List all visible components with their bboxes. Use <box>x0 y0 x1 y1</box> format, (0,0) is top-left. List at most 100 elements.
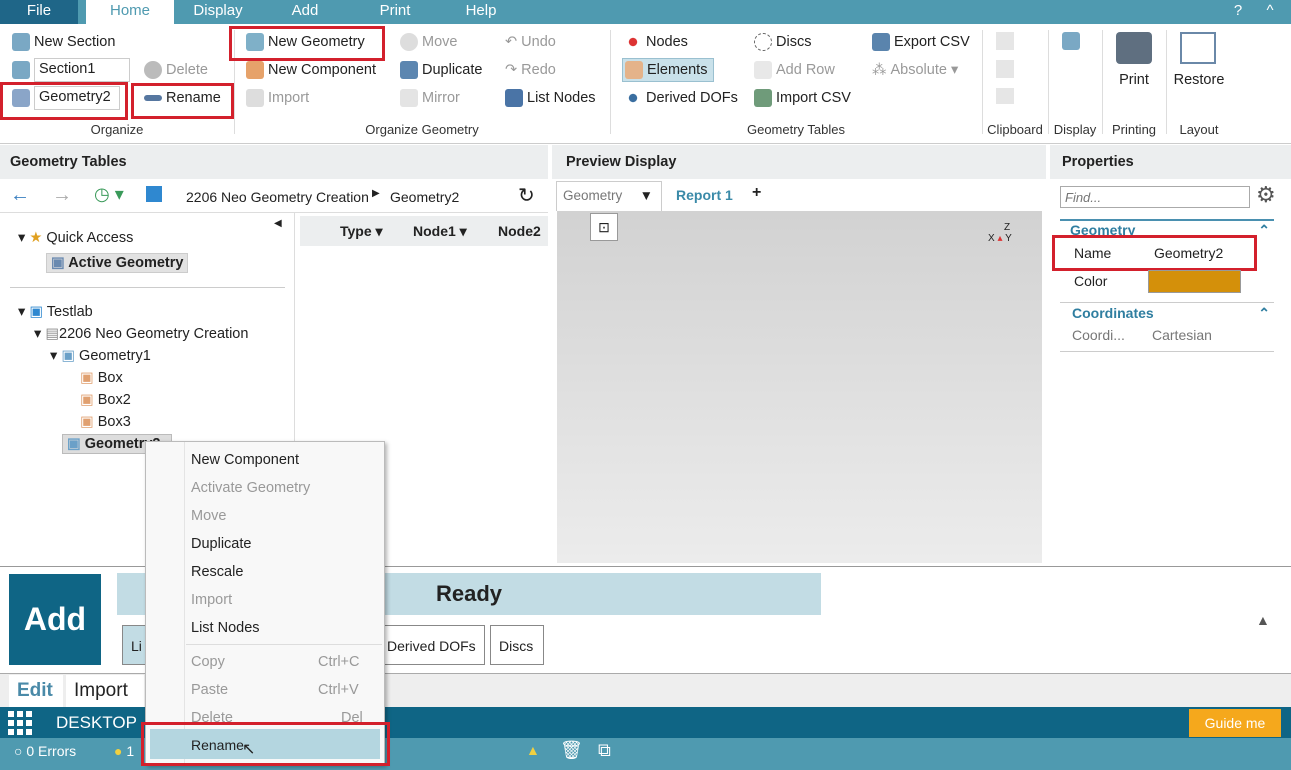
move-button[interactable]: Move <box>400 30 457 54</box>
discs-button[interactable]: Discs <box>754 30 811 54</box>
label: Testlab <box>46 304 93 320</box>
settings-gear-icon[interactable]: ⚙ <box>1256 182 1276 208</box>
menu-new-component[interactable]: New Component <box>191 452 299 468</box>
section-dropdown[interactable]: Section1 <box>34 58 130 82</box>
clipboard-icons[interactable] <box>996 32 1014 104</box>
label: Geometry1 <box>79 348 151 364</box>
menu-activate-geometry[interactable]: Activate Geometry <box>191 480 310 496</box>
tab-print[interactable]: Print <box>360 0 430 24</box>
mirror-button[interactable]: Mirror <box>400 86 460 110</box>
errors-status[interactable]: ○ 0 Errors <box>14 743 76 759</box>
tree-geometry1[interactable]: ▾ ▣ Geometry1 <box>50 348 151 364</box>
find-input[interactable] <box>1060 186 1250 208</box>
label: Box <box>97 370 123 386</box>
desktop-label[interactable]: DESKTOP <box>56 713 137 733</box>
trash-icon[interactable]: 🗑 <box>560 740 583 761</box>
tab-edit[interactable]: Edit <box>9 675 63 707</box>
tab-geometry[interactable]: Geometry ▼ <box>556 181 662 211</box>
tree-box2[interactable]: ▣ Box2 <box>80 392 131 408</box>
tab-report-1[interactable]: Report 1 <box>676 187 733 203</box>
menu-copy[interactable]: Copy <box>191 654 225 670</box>
column-node1[interactable]: Node1 ▾ <box>413 223 467 240</box>
add-mode-tile[interactable]: Add <box>9 574 101 665</box>
label: Nodes <box>646 34 688 50</box>
3d-viewport[interactable] <box>557 211 1042 563</box>
tree-project[interactable]: ▾ ▤2206 Neo Geometry Creation <box>34 326 248 342</box>
back-icon[interactable]: ← <box>10 184 30 207</box>
tab-import[interactable]: Import <box>66 675 144 707</box>
display-icon[interactable] <box>1062 32 1080 50</box>
delete-icon <box>144 61 162 79</box>
tree-testlab[interactable]: ▾ ▣ Testlab <box>18 304 93 320</box>
menu-rescale[interactable]: Rescale <box>191 564 243 580</box>
nodes-button[interactable]: Nodes <box>624 30 688 54</box>
column-type[interactable]: Type ▾ <box>340 223 383 240</box>
new-section-button[interactable]: New Section <box>12 30 115 54</box>
tab-add[interactable]: Add <box>270 0 340 24</box>
quick-access[interactable]: ▾ ★ Quick Access <box>18 230 133 246</box>
derived-dofs-button[interactable]: Derived DOFs <box>624 86 738 110</box>
menu-duplicate[interactable]: Duplicate <box>191 536 251 552</box>
delete-button[interactable]: Delete <box>144 58 208 82</box>
add-row-button[interactable]: Add Row <box>754 58 835 82</box>
guide-me-button[interactable]: Guide me <box>1189 709 1281 737</box>
export-csv-button[interactable]: Export CSV <box>872 30 970 54</box>
print-icon[interactable] <box>1116 32 1152 64</box>
tab-home[interactable]: Home <box>86 0 174 24</box>
nodes-icon <box>624 33 642 51</box>
list-nodes-button[interactable]: List Nodes <box>505 86 596 110</box>
print-button[interactable]: Print <box>1102 72 1166 88</box>
refresh-icon[interactable]: ↻ <box>518 183 535 208</box>
redo-button[interactable]: ↷ Redo <box>505 58 556 82</box>
warnings-status[interactable]: ● 1 <box>114 743 134 759</box>
warning-icon[interactable]: ▲ <box>526 742 540 758</box>
column-node2[interactable]: Node2 <box>498 223 541 239</box>
copy-icon[interactable]: ⧉ <box>598 740 611 761</box>
testlab-icon[interactable] <box>146 186 162 202</box>
view-fit-icon[interactable]: ⊡ <box>590 213 618 241</box>
help-button[interactable]: ? <box>1228 0 1248 24</box>
tab-file[interactable]: File <box>0 0 78 24</box>
menu-import[interactable]: Import <box>191 592 232 608</box>
add-tab-button[interactable]: + <box>752 184 761 202</box>
label: Import CSV <box>776 90 851 106</box>
new-component-button[interactable]: New Component <box>246 58 376 82</box>
mirror-icon <box>400 89 418 107</box>
tree-box[interactable]: ▣ Box <box>80 370 123 386</box>
breadcrumb-project[interactable]: 2206 Neo Geometry Creation <box>186 189 369 205</box>
menu-move[interactable]: Move <box>191 508 226 524</box>
coordinates-section-header[interactable]: Coordinates ⌃ <box>1060 302 1274 323</box>
active-geometry-item[interactable]: ▣ Active Geometry <box>46 253 189 273</box>
derived-dofs-tab-button[interactable]: Derived DOFs <box>380 625 485 665</box>
absolute-dropdown[interactable]: ⁂ Absolute ▾ <box>872 58 958 82</box>
discs-tab-button[interactable]: Discs <box>490 625 544 665</box>
tree-box3[interactable]: ▣ Box3 <box>80 414 131 430</box>
undo-button[interactable]: ↶ Undo <box>505 30 556 54</box>
import-csv-button[interactable]: Import CSV <box>754 86 851 110</box>
forward-icon[interactable]: → <box>52 184 72 207</box>
group-display: Display <box>1053 122 1097 137</box>
color-label: Color <box>1074 273 1108 289</box>
menu-paste[interactable]: Paste <box>191 682 228 698</box>
import-button[interactable]: Import <box>246 86 309 110</box>
tab-display[interactable]: Display <box>180 0 256 24</box>
restore-icon[interactable] <box>1180 32 1216 64</box>
elements-button[interactable]: Elements <box>622 58 715 82</box>
history-icon[interactable]: ◷ ▾ <box>94 184 124 205</box>
color-swatch[interactable] <box>1148 270 1241 293</box>
collapse-arrow-icon[interactable]: ◀ <box>274 218 282 229</box>
derived-dofs-icon <box>624 89 642 107</box>
paste-shortcut: Ctrl+V <box>318 682 359 698</box>
expand-up-icon[interactable]: ▲ <box>1256 612 1270 628</box>
collapse-ribbon-button[interactable]: ^ <box>1258 0 1282 24</box>
coord-value[interactable]: Cartesian <box>1152 327 1212 343</box>
label: Absolute <box>890 62 947 78</box>
table-header: Type ▾ Node1 ▾ Node2 <box>300 216 548 246</box>
breadcrumb-geometry[interactable]: Geometry2 <box>390 189 459 205</box>
menu-list-nodes[interactable]: List Nodes <box>191 620 260 636</box>
restore-button[interactable]: Restore <box>1166 72 1232 88</box>
tab-help[interactable]: Help <box>446 0 516 24</box>
duplicate-button[interactable]: Duplicate <box>400 58 482 82</box>
undo-icon: ↶ <box>505 34 518 50</box>
app-grid-icon[interactable] <box>8 711 34 735</box>
